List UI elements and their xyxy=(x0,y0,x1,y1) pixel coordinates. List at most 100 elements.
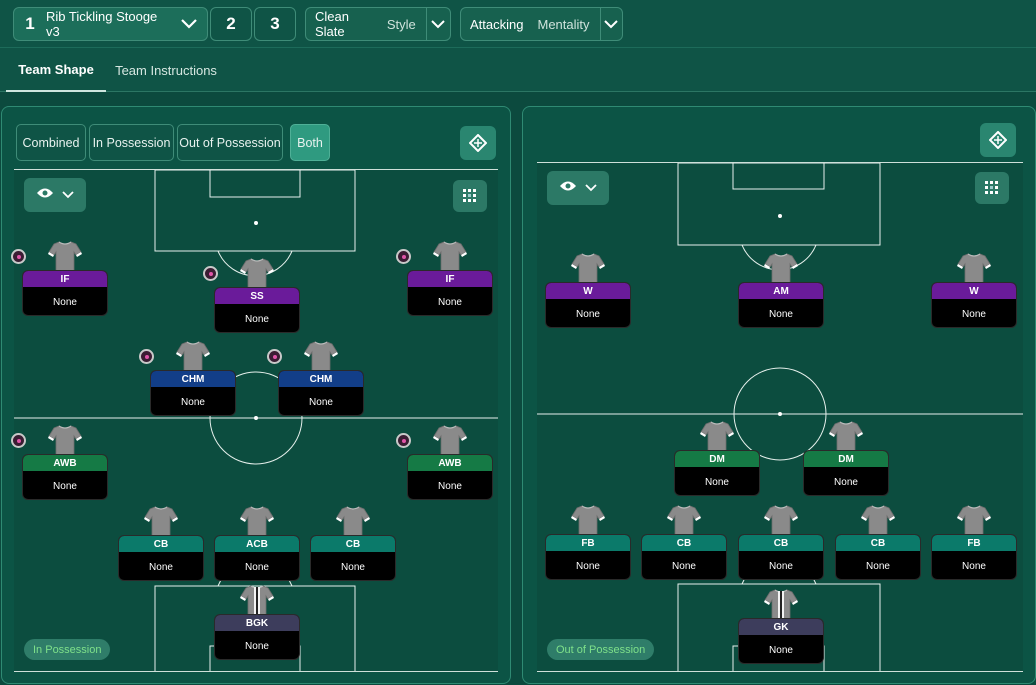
shirt-icon xyxy=(764,588,798,620)
duty-label: None xyxy=(769,308,793,320)
shirt-icon xyxy=(48,240,82,272)
shirt-icon xyxy=(571,504,605,536)
role-card[interactable]: DM None xyxy=(674,450,760,496)
grid-icon[interactable] xyxy=(975,172,1009,204)
role-card[interactable]: IF None xyxy=(407,270,493,316)
duty-label: None xyxy=(962,308,986,320)
role-label: CB xyxy=(119,536,203,552)
role-card[interactable]: AWB None xyxy=(407,454,493,500)
role-card[interactable]: ACB None xyxy=(214,535,300,581)
role-card[interactable]: CB None xyxy=(738,534,824,580)
role-card[interactable]: CB None xyxy=(641,534,727,580)
shirt-icon xyxy=(240,257,274,289)
duty-label: None xyxy=(962,560,986,572)
role-card[interactable]: CHM None xyxy=(150,370,236,416)
role-label: AWB xyxy=(408,455,492,471)
out-of-possession-panel: Out of Possession W None AM None W None DM None… xyxy=(522,106,1036,684)
chevron-down-icon xyxy=(62,186,74,204)
tab-team-shape[interactable]: Team Shape xyxy=(6,48,106,92)
role-card[interactable]: CHM None xyxy=(278,370,364,416)
chevron-down-icon[interactable] xyxy=(171,8,207,40)
shirt-icon xyxy=(433,240,467,272)
role-card[interactable]: CB None xyxy=(118,535,204,581)
mode-badge-out-of-possession: Out of Possession xyxy=(547,639,655,660)
player-alert-icon xyxy=(11,249,26,264)
tactic-selector[interactable]: 1 Rib Tickling Stooge v3 xyxy=(13,7,208,41)
duty-label: None xyxy=(149,561,173,573)
role-label: DM xyxy=(804,451,888,467)
style-dropdown[interactable]: Clean Slate Style xyxy=(305,7,451,41)
segment-out-of-possession[interactable]: Out of Possession xyxy=(177,124,283,161)
view-options-button[interactable] xyxy=(24,178,86,212)
role-card[interactable]: AM None xyxy=(738,282,824,328)
role-card[interactable]: GK None xyxy=(738,618,824,664)
shirt-icon xyxy=(700,420,734,452)
tab-bar: Team Shape Team Instructions xyxy=(0,48,1036,92)
role-card[interactable]: FB None xyxy=(931,534,1017,580)
role-card[interactable]: W None xyxy=(931,282,1017,328)
shirt-icon xyxy=(48,424,82,456)
role-card[interactable]: SS None xyxy=(214,287,300,333)
shirt-icon xyxy=(240,505,274,537)
role-card[interactable]: AWB None xyxy=(22,454,108,500)
role-card[interactable]: CB None xyxy=(835,534,921,580)
segment-combined[interactable]: Combined xyxy=(16,124,86,161)
role-card[interactable]: CB None xyxy=(310,535,396,581)
player-alert-icon xyxy=(396,433,411,448)
player-alert-icon xyxy=(267,349,282,364)
player-alert-icon xyxy=(139,349,154,364)
shirt-icon xyxy=(764,252,798,284)
duty-label: None xyxy=(53,296,77,308)
shirt-icon xyxy=(571,252,605,284)
tactic-name: Rib Tickling Stooge v3 xyxy=(46,9,158,39)
role-card[interactable]: IF None xyxy=(22,270,108,316)
tactic-slot-3-button[interactable]: 3 xyxy=(254,7,296,41)
mentality-dropdown[interactable]: Attacking Mentality xyxy=(460,7,623,41)
view-options-button[interactable] xyxy=(547,171,609,205)
shirt-icon xyxy=(667,504,701,536)
pitch-rotate-icon[interactable] xyxy=(460,126,496,160)
tactic-slot-2-button[interactable]: 2 xyxy=(210,7,252,41)
role-card[interactable]: FB None xyxy=(545,534,631,580)
duty-label: None xyxy=(245,313,269,325)
duty-label: None xyxy=(245,561,269,573)
player-alert-icon xyxy=(203,266,218,281)
role-label: CHM xyxy=(279,371,363,387)
chevron-down-icon xyxy=(585,179,597,197)
mode-badge-in-possession: In Possession xyxy=(24,639,111,660)
shirt-icon xyxy=(957,252,991,284)
chevron-down-icon[interactable] xyxy=(425,8,450,40)
role-label: GK xyxy=(739,619,823,635)
tab-team-instructions[interactable]: Team Instructions xyxy=(112,48,220,92)
player-alert-icon xyxy=(11,433,26,448)
tactic-number: 1 xyxy=(25,14,35,33)
segment-in-possession[interactable]: In Possession xyxy=(89,124,174,161)
segment-both[interactable]: Both xyxy=(290,124,330,161)
duty-label: None xyxy=(181,396,205,408)
player-alert-icon xyxy=(396,249,411,264)
role-card[interactable]: BGK None xyxy=(214,614,300,660)
duty-label: None xyxy=(576,308,600,320)
role-label: CHM xyxy=(151,371,235,387)
shirt-icon xyxy=(144,505,178,537)
duty-label: None xyxy=(834,476,858,488)
mentality-label: Mentality xyxy=(537,16,590,32)
duty-label: None xyxy=(672,560,696,572)
shirt-icon xyxy=(336,505,370,537)
shirt-icon xyxy=(176,340,210,372)
style-value: Clean Slate xyxy=(315,9,349,39)
role-label: IF xyxy=(23,271,107,287)
role-label: IF xyxy=(408,271,492,287)
role-card[interactable]: DM None xyxy=(803,450,889,496)
shirt-icon xyxy=(433,424,467,456)
role-card[interactable]: W None xyxy=(545,282,631,328)
pitch-rotate-icon[interactable] xyxy=(980,123,1016,157)
mentality-value: Attacking xyxy=(470,16,524,32)
grid-icon[interactable] xyxy=(453,180,487,212)
shirt-icon xyxy=(240,584,274,616)
eye-icon xyxy=(36,186,54,204)
chevron-down-icon[interactable] xyxy=(599,8,622,40)
duty-label: None xyxy=(769,560,793,572)
duty-label: None xyxy=(769,644,793,656)
shirt-icon xyxy=(861,504,895,536)
